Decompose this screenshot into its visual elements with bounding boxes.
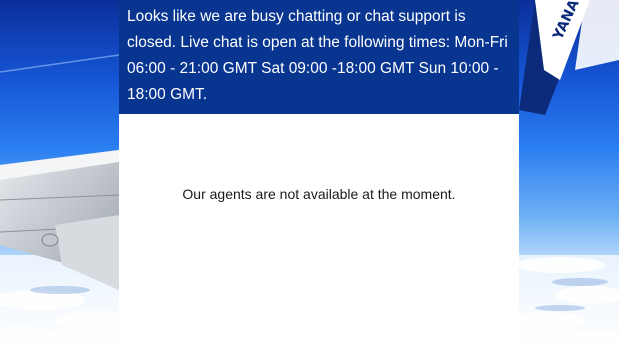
closed-message-text: Looks like we are busy chatting or chat … bbox=[127, 8, 508, 103]
page: YANA Looks like we are busy chatting or … bbox=[0, 0, 619, 351]
chat-closed-banner: Looks like we are busy chatting or chat … bbox=[119, 0, 519, 114]
chat-body: Our agents are not available at the mome… bbox=[119, 114, 519, 351]
agent-status-message: Our agents are not available at the mome… bbox=[182, 186, 456, 202]
chat-panel: Looks like we are busy chatting or chat … bbox=[119, 0, 519, 351]
